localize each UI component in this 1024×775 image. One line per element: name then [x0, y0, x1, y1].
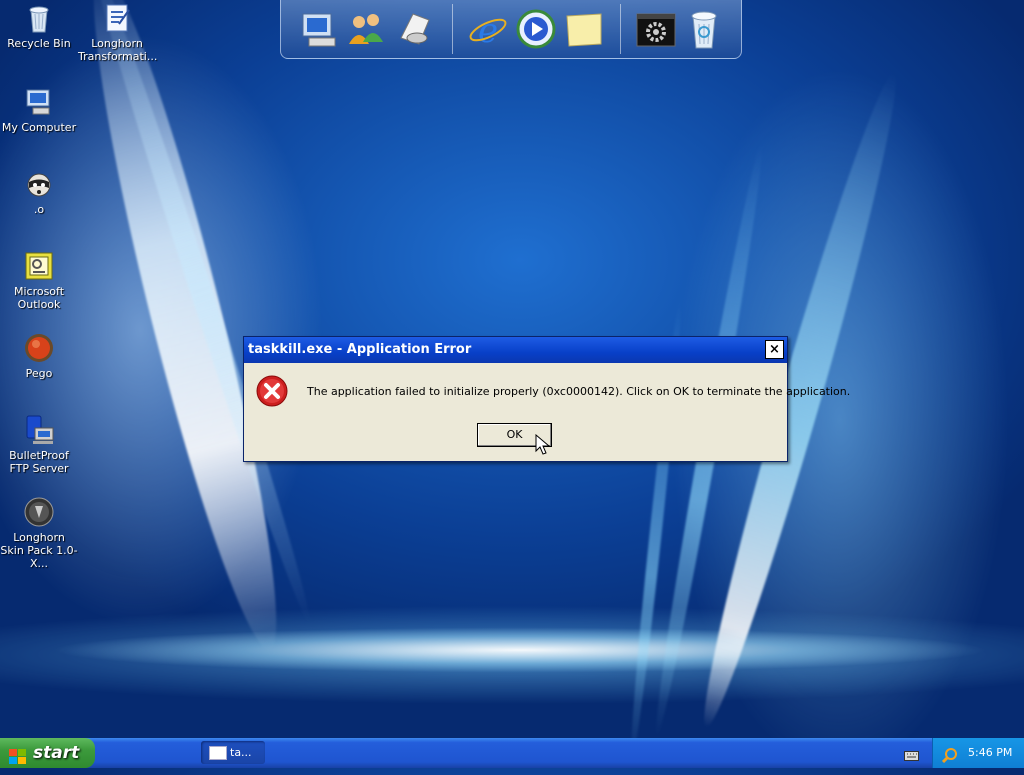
- taskbar-button-label: ta...: [230, 746, 252, 759]
- window-icon: [209, 746, 227, 760]
- recycle-bin-icon: [23, 2, 55, 34]
- wallpaper-light-streak: [66, 0, 304, 659]
- transformation-pack-icon: [101, 2, 133, 34]
- users-icon[interactable]: [345, 8, 387, 50]
- my-computer-icon[interactable]: [299, 8, 341, 50]
- windows-flag-icon: [9, 745, 27, 764]
- search-icon[interactable]: [941, 745, 958, 764]
- system-tray: 5:46 PM: [932, 738, 1024, 768]
- dock-separator: [452, 4, 453, 54]
- desktop-icon-label: Recycle Bin: [7, 37, 71, 50]
- dock-separator: [620, 4, 621, 54]
- desktop-icon-label: My Computer: [1, 121, 77, 134]
- dialog-title: taskkill.exe - Application Error: [248, 342, 472, 357]
- skin-pack-icon: [23, 496, 55, 528]
- close-button[interactable]: ×: [765, 340, 784, 359]
- raccoon-icon: [23, 168, 55, 200]
- desktop-icon-raccoon[interactable]: .o: [0, 168, 78, 216]
- desktop-icon-longhorn-skin-pack[interactable]: Longhorn Skin Pack 1.0-X...: [0, 496, 78, 570]
- desktop-icon-longhorn-transformation[interactable]: Longhorn Transformati...: [78, 2, 158, 63]
- mouse-cursor-icon: [535, 433, 551, 456]
- quick-launch-dock: e: [280, 0, 742, 59]
- my-computer-icon: [23, 86, 55, 118]
- error-icon: [256, 375, 288, 407]
- desktop-icon-label: Microsoft Outlook: [13, 285, 65, 311]
- desktop-icon-microsoft-outlook[interactable]: Microsoft Outlook: [0, 250, 78, 311]
- ftp-server-icon: [23, 414, 55, 446]
- taskbar-button-taskkill[interactable]: ta...: [201, 741, 265, 764]
- desktop-icon-bulletproof-ftp-server[interactable]: BulletProof FTP Server: [0, 414, 78, 475]
- settings-icon[interactable]: [635, 8, 677, 50]
- clock[interactable]: 5:46 PM: [968, 738, 1012, 768]
- error-message: The application failed to initialize pro…: [307, 385, 851, 398]
- desktop-icon-label: Pego: [25, 367, 53, 380]
- taskbar: start ta... 5:46 PM: [0, 738, 1024, 768]
- outlook-icon: [23, 250, 55, 282]
- desktop-icon-label: Longhorn Transformati...: [78, 37, 158, 63]
- svg-text:e: e: [478, 11, 498, 50]
- wallpaper-light-streak: [82, 0, 320, 627]
- pego-icon: [23, 332, 55, 364]
- desktop-icon-my-computer[interactable]: My Computer: [0, 86, 78, 134]
- application-error-dialog: taskkill.exe - Application Error × The a…: [243, 336, 850, 462]
- start-label: start: [33, 743, 80, 763]
- start-button[interactable]: start: [0, 738, 95, 768]
- dialog-titlebar[interactable]: taskkill.exe - Application Error ×: [244, 337, 787, 363]
- desktop-icon-label: .o: [33, 203, 45, 216]
- desktop-icon-pego[interactable]: Pego: [0, 332, 78, 380]
- desktop-icon-label: Longhorn Skin Pack 1.0-X...: [0, 531, 78, 570]
- media-player-icon[interactable]: [515, 8, 557, 50]
- recycle-bin-icon[interactable]: [683, 8, 725, 50]
- internet-explorer-icon[interactable]: e: [467, 8, 509, 51]
- notes-icon[interactable]: [563, 8, 605, 50]
- keyboard-icon[interactable]: [904, 747, 919, 761]
- desktop-icon-recycle-bin[interactable]: Recycle Bin: [0, 2, 78, 50]
- scanner-icon[interactable]: [393, 8, 435, 50]
- desktop-icon-label: BulletProof FTP Server: [9, 449, 69, 475]
